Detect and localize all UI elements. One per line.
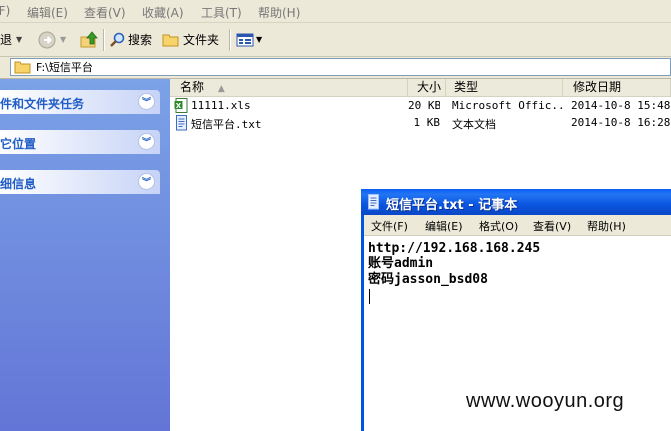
notepad-title-bar[interactable]: 短信平台.txt - 记事本 <box>361 189 671 215</box>
chevron-down-icon[interactable]: ︾ <box>138 133 155 150</box>
notepad-menu-help[interactable]: 帮助(H) <box>587 218 626 234</box>
menu-edit[interactable]: 编辑(E) <box>27 4 68 21</box>
task-pane: 件和文件夹任务 ︾ 它位置 ︾ 细信息 ︾ <box>0 79 170 431</box>
panel-file-folder-tasks[interactable]: 件和文件夹任务 ︾ <box>0 90 160 114</box>
folder-icon <box>162 34 179 46</box>
menu-tools[interactable]: 工具(T) <box>201 4 242 21</box>
file-modified: 2014-10-8 15:48 <box>571 99 671 112</box>
toolbar: 退 ▼ ▼ 搜索 文件夹 ▼ <box>0 23 671 57</box>
file-size: 1 KB <box>413 116 441 129</box>
file-type: Microsoft Offic... <box>452 99 562 112</box>
notepad-menu-bar: 文件(F) 编辑(E) 格式(O) 查看(V) 帮助(H) <box>364 215 671 236</box>
text-line: http://192.168.168.245 <box>368 241 541 256</box>
address-input[interactable]: F:\短信平台 <box>10 58 671 76</box>
panel-other-places[interactable]: 它位置 ︾ <box>0 130 160 154</box>
column-type-label: 类型 <box>454 80 479 94</box>
toolbar-separator <box>229 29 231 51</box>
panel-title: 件和文件夹任务 <box>0 97 85 111</box>
column-modified-label: 修改日期 <box>573 80 622 94</box>
text-caret <box>369 289 370 304</box>
file-row[interactable]: X 11111.xls 20 KB Microsoft Offic... 201… <box>170 98 671 115</box>
file-type: 文本文档 <box>452 118 496 131</box>
folder-icon <box>14 61 31 74</box>
svg-text:X: X <box>176 102 182 110</box>
notepad-menu-format[interactable]: 格式(O) <box>479 218 518 234</box>
address-bar: F:\短信平台 <box>0 57 671 79</box>
file-modified: 2014-10-8 16:28 <box>571 116 671 129</box>
text-line: 密码jasson_bsd08 <box>368 272 488 287</box>
forward-icon <box>38 31 56 48</box>
excel-icon: X <box>174 98 188 116</box>
notepad-menu-file[interactable]: 文件(F) <box>371 218 408 234</box>
text-file-icon <box>175 115 188 134</box>
search-button[interactable]: 搜索 <box>109 23 152 56</box>
menu-file[interactable]: (F) <box>0 4 10 18</box>
panel-title: 细信息 <box>0 177 37 191</box>
menu-bar: (F) 编辑(E) 查看(V) 收藏(A) 工具(T) 帮助(H) <box>0 0 671 23</box>
file-size: 20 KB <box>408 99 440 112</box>
up-folder-icon <box>80 30 98 47</box>
search-label: 搜索 <box>128 33 153 47</box>
folders-label: 文件夹 <box>183 33 220 47</box>
sort-ascending-icon: ▲ <box>217 84 225 94</box>
chevron-down-icon: ▼ <box>16 35 23 44</box>
file-row[interactable]: 短信平台.txt 1 KB 文本文档 2014-10-8 16:28 <box>170 115 671 132</box>
menu-help[interactable]: 帮助(H) <box>258 4 300 21</box>
address-path: F:\短信平台 <box>36 61 93 74</box>
file-name: 短信平台.txt <box>191 118 262 131</box>
column-header-name[interactable]: 名称 ▲ <box>170 79 408 97</box>
column-header-type[interactable]: 类型 <box>446 79 563 97</box>
panel-details[interactable]: 细信息 ︾ <box>0 170 160 194</box>
column-header-modified[interactable]: 修改日期 <box>563 79 671 97</box>
text-line: 账号admin <box>368 256 434 271</box>
panel-title: 它位置 <box>0 137 37 151</box>
folders-button[interactable]: 文件夹 <box>162 23 219 56</box>
notepad-menu-edit[interactable]: 编辑(E) <box>425 218 463 234</box>
views-icon <box>236 33 254 46</box>
toolbar-separator <box>103 29 105 51</box>
chevron-down-icon[interactable]: ︾ <box>138 173 155 190</box>
search-icon <box>110 32 125 47</box>
chevron-down-icon: ▼ <box>256 35 263 44</box>
up-folder-button[interactable] <box>79 23 99 56</box>
views-button[interactable]: ▼ <box>236 23 262 56</box>
notepad-menu-view[interactable]: 查看(V) <box>533 218 571 234</box>
chevron-down-icon: ▼ <box>60 35 67 44</box>
back-label: 退 <box>0 33 13 47</box>
column-header-size[interactable]: 大小 <box>408 79 446 97</box>
watermark: www.wooyun.org <box>466 390 625 412</box>
notepad-icon <box>367 194 380 214</box>
column-size-label: 大小 <box>416 80 441 94</box>
file-name: 11111.xls <box>191 99 251 112</box>
menu-view[interactable]: 查看(V) <box>84 4 126 21</box>
chevron-down-icon[interactable]: ︾ <box>138 93 155 110</box>
notepad-title: 短信平台.txt - 记事本 <box>386 198 518 213</box>
forward-button[interactable]: ▼ <box>38 23 66 56</box>
column-name-label: 名称 <box>180 80 205 94</box>
menu-favorites[interactable]: 收藏(A) <box>142 4 184 21</box>
back-button[interactable]: 退 ▼ <box>0 23 22 56</box>
